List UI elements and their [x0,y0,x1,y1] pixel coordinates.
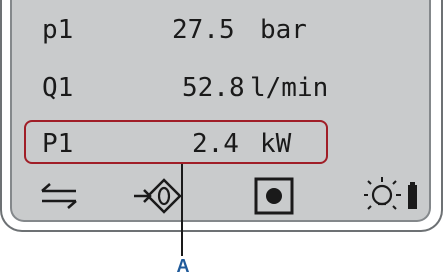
light-bulb-icon[interactable] [364,175,402,217]
callout-line [181,164,183,256]
reading-unit: bar [260,15,307,45]
reading-name: p1 [42,15,74,45]
battery-icon [406,175,420,217]
reading-unit: l/min [250,73,329,103]
highlight-frame [24,120,328,164]
callout-label: A [176,256,190,276]
record-stop-icon[interactable] [252,175,296,217]
zero-input-icon[interactable] [130,175,182,217]
exchange-arrows-icon[interactable] [36,175,82,217]
function-icon-bar [12,175,429,217]
reading-value: 27.5 [172,15,235,45]
reading-row-pressure: p1 27.5 bar [12,10,429,50]
reading-name: Q1 [42,73,74,103]
reading-row-flow: Q1 52.8 l/min [12,68,429,108]
reading-value: 52.8 [182,73,245,103]
lcd-screen: p1 27.5 bar Q1 52.8 l/min P1 2.4 kW [10,0,431,222]
